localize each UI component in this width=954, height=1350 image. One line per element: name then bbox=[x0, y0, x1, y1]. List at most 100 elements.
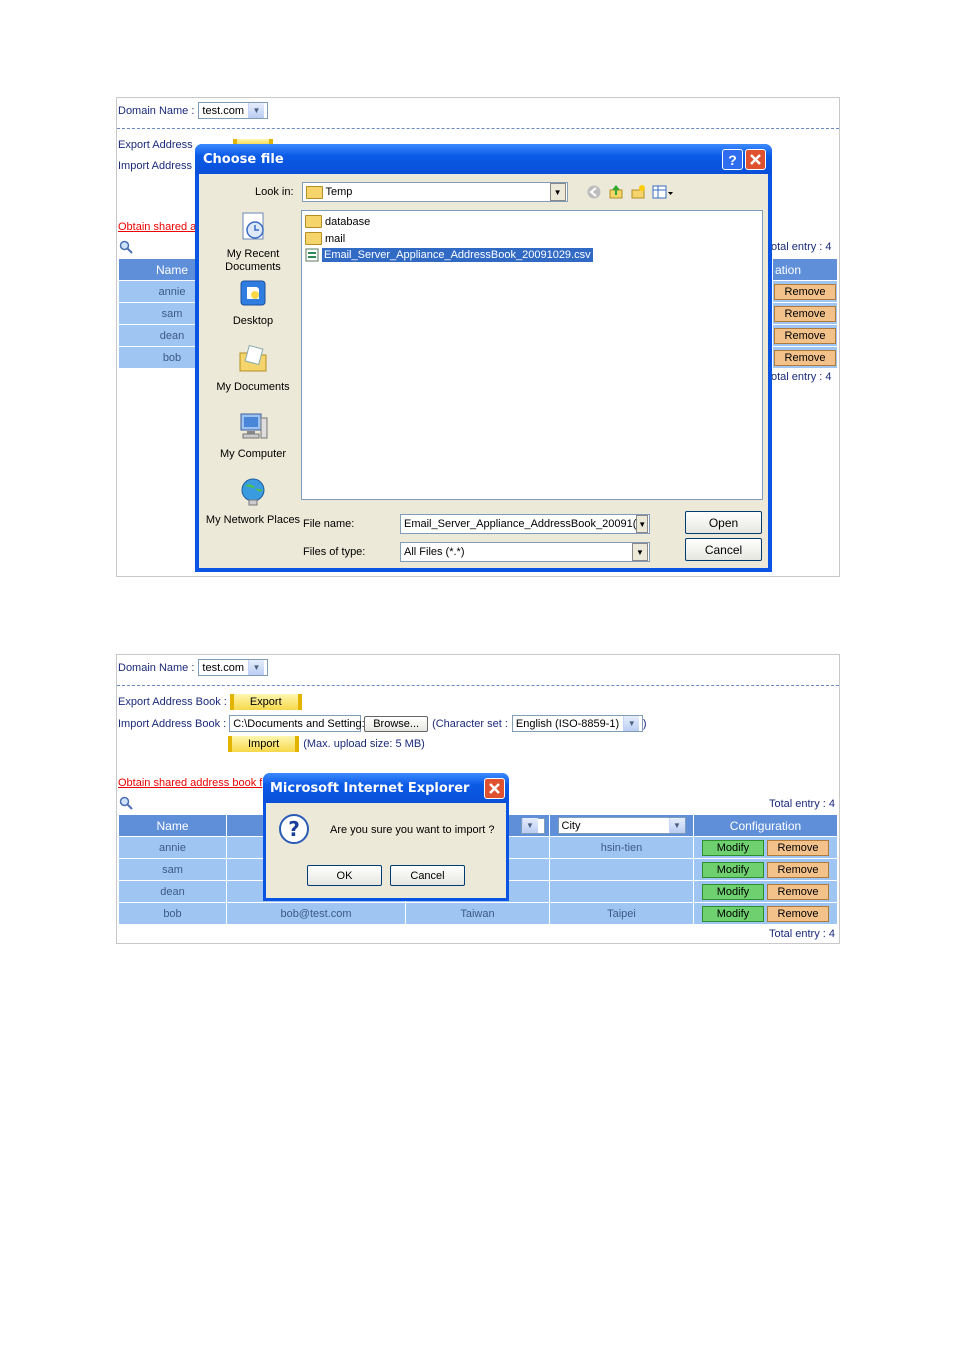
remove-button[interactable]: Remove bbox=[767, 883, 830, 900]
new-folder-icon[interactable] bbox=[630, 184, 646, 200]
look-in-select[interactable]: Temp ▼ bbox=[301, 182, 568, 202]
help-icon: ? bbox=[728, 151, 737, 168]
export-label: Export Address Book : bbox=[118, 696, 227, 708]
import-file-input[interactable]: C:\Documents and Setting: bbox=[229, 715, 365, 732]
domain-label: Domain Name : bbox=[118, 104, 195, 117]
total-entry-top: otal entry : 4 bbox=[771, 241, 832, 253]
remove-button[interactable]: Remove bbox=[767, 839, 830, 856]
remove-button[interactable]: Remove bbox=[774, 305, 836, 322]
country-select-partial[interactable]: ▼ bbox=[520, 817, 545, 834]
network-places-icon bbox=[241, 478, 265, 506]
chevron-down-icon: ▼ bbox=[668, 818, 685, 833]
remove-button[interactable]: Remove bbox=[767, 905, 830, 922]
place-my-computer[interactable]: My Computer bbox=[205, 410, 301, 461]
close-button[interactable] bbox=[745, 149, 766, 170]
list-item-file-csv[interactable]: Email_Server_Appliance_AddressBook_20091… bbox=[305, 248, 593, 262]
city-select[interactable]: City ▼ bbox=[557, 817, 686, 834]
folder-icon bbox=[305, 215, 322, 228]
cell-city: hsin-tien bbox=[549, 836, 694, 859]
domain-select[interactable]: test.com ▼ bbox=[198, 102, 269, 119]
cancel-button[interactable]: Cancel bbox=[685, 538, 762, 561]
obtain-shared-link[interactable]: Obtain shared address book f bbox=[118, 777, 262, 789]
chevron-down-icon: ▼ bbox=[521, 818, 538, 834]
remove-button[interactable]: Remove bbox=[774, 327, 836, 344]
dialog-title: Microsoft Internet Explorer bbox=[270, 781, 470, 796]
desktop-icon bbox=[240, 280, 266, 306]
chevron-down-icon: ▼ bbox=[549, 183, 566, 201]
place-my-documents[interactable]: My Documents bbox=[205, 343, 301, 394]
view-menu-icon[interactable] bbox=[652, 184, 674, 200]
file-type-select[interactable]: All Files (*.*) ▼ bbox=[400, 542, 650, 562]
remove-button[interactable]: Remove bbox=[767, 861, 830, 878]
place-my-network-places[interactable]: My Network Places bbox=[205, 476, 301, 527]
obtain-shared-link[interactable]: Obtain shared a bbox=[118, 221, 196, 233]
open-button[interactable]: Open bbox=[685, 511, 762, 534]
browse-button[interactable]: Browse... bbox=[364, 715, 429, 732]
place-desktop[interactable]: Desktop bbox=[205, 277, 301, 328]
search-icon[interactable] bbox=[119, 240, 133, 254]
domain-value: test.com bbox=[202, 104, 244, 117]
column-header-config: ation bbox=[773, 259, 837, 281]
modify-button[interactable]: Modify bbox=[701, 883, 764, 900]
cell-name: annie bbox=[119, 836, 227, 859]
max-upload-note: (Max. upload size: 5 MB) bbox=[303, 738, 425, 750]
total-entry-top: Total entry : 4 bbox=[768, 798, 835, 810]
cell-city: Taipei bbox=[549, 902, 694, 925]
dialog-body: ? Are you sure you want to import ? OK C… bbox=[266, 803, 506, 898]
column-header-name: Name bbox=[119, 815, 227, 837]
modify-button[interactable]: Modify bbox=[701, 905, 764, 922]
list-item-folder-mail[interactable]: mail bbox=[305, 232, 345, 245]
cell-config: Modify Remove bbox=[693, 902, 837, 925]
file-list[interactable]: database mail Email_Server_Appliance_Add… bbox=[301, 210, 763, 500]
modify-button[interactable]: Modify bbox=[701, 861, 764, 878]
cell-config: Modify Remove bbox=[693, 858, 837, 881]
place-label: My Network Places bbox=[205, 514, 301, 526]
remove-button[interactable]: Remove bbox=[774, 283, 836, 300]
file-type-value: All Files (*.*) bbox=[404, 546, 465, 558]
question-icon: ? bbox=[279, 814, 309, 844]
column-header-config: Configuration bbox=[693, 815, 837, 837]
cancel-button[interactable]: Cancel bbox=[390, 865, 465, 886]
import-label: Import Address Book : bbox=[118, 717, 227, 730]
domain-select[interactable]: test.com ▼ bbox=[198, 659, 269, 676]
close-button[interactable] bbox=[484, 778, 505, 799]
confirm-message: Are you sure you want to import ? bbox=[330, 824, 495, 836]
export-button[interactable]: Export bbox=[229, 694, 302, 710]
chevron-down-icon: ▼ bbox=[636, 515, 648, 533]
place-my-recent-documents[interactable]: My Recent Documents bbox=[205, 210, 301, 274]
csv-file-icon bbox=[305, 248, 319, 262]
table-row: bob bob@test.com Taiwan Taipei Modify Re… bbox=[119, 902, 837, 925]
place-label: My Documents bbox=[216, 381, 290, 393]
divider bbox=[117, 685, 839, 686]
close-icon bbox=[489, 783, 500, 794]
list-item-label: database bbox=[325, 215, 371, 228]
import-button[interactable]: Import bbox=[228, 736, 300, 752]
list-item-label-selected: Email_Server_Appliance_AddressBook_20091… bbox=[322, 248, 593, 262]
file-name-label: File name: bbox=[303, 518, 355, 530]
up-folder-icon[interactable] bbox=[608, 184, 624, 200]
chevron-down-icon: ▼ bbox=[248, 103, 264, 118]
dialog-titlebar[interactable]: Microsoft Internet Explorer bbox=[263, 773, 509, 803]
modify-button[interactable]: Modify bbox=[701, 839, 764, 856]
cell-config: Modify Remove bbox=[693, 880, 837, 903]
place-label: My Recent Documents bbox=[225, 248, 281, 273]
ok-button[interactable]: OK bbox=[307, 865, 382, 886]
cell-city bbox=[549, 858, 694, 881]
list-item-label: mail bbox=[325, 232, 346, 245]
file-name-input[interactable]: Email_Server_Appliance_AddressBook_20091… bbox=[400, 514, 650, 534]
search-icon[interactable] bbox=[119, 796, 133, 810]
chevron-down-icon: ▼ bbox=[623, 716, 640, 731]
remove-button[interactable]: Remove bbox=[774, 349, 836, 366]
list-item-folder-database[interactable]: database bbox=[305, 215, 370, 228]
charset-value: English (ISO-8859-1) bbox=[515, 717, 620, 730]
help-button[interactable]: ? bbox=[722, 149, 743, 170]
charset-label: (Character set : bbox=[432, 717, 508, 730]
chevron-down-icon: ▼ bbox=[248, 660, 264, 675]
column-header-city: City ▼ bbox=[549, 815, 694, 837]
file-type-label: Files of type: bbox=[303, 546, 366, 558]
charset-select[interactable]: English (ISO-8859-1) ▼ bbox=[511, 715, 643, 732]
config-column: ation Remove Remove Remove Remove bbox=[773, 259, 837, 369]
dialog-titlebar[interactable]: Choose file ? bbox=[195, 144, 772, 174]
back-icon[interactable] bbox=[586, 184, 602, 200]
total-entry-bottom: otal entry : 4 bbox=[771, 371, 832, 383]
